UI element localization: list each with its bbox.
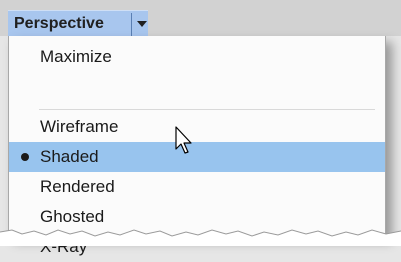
menu-item-maximize[interactable]: Maximize [9,42,385,72]
menu-item-wireframe[interactable]: Wireframe [9,112,385,142]
mouse-cursor-icon [175,126,192,154]
menu-item-rendered[interactable]: Rendered [9,172,385,202]
menu-separator [39,109,375,110]
viewport-title-button[interactable]: Perspective [8,10,148,38]
display-mode-menu: Maximize Wireframe Shaded Rendered Ghost… [8,36,386,256]
selected-bullet-icon [21,153,29,161]
caret-down-icon[interactable] [135,15,149,33]
menu-item-label: Wireframe [40,117,119,136]
torn-edge [0,229,401,246]
menu-item-label: Shaded [40,147,99,166]
menu-item-label: Rendered [40,177,115,196]
title-divider [131,13,132,36]
menu-item-label: Maximize [40,47,112,66]
viewport-title[interactable]: Perspective [14,15,104,33]
viewport-titlebar: Perspective [0,0,401,38]
menu-item-shaded[interactable]: Shaded [9,142,385,172]
